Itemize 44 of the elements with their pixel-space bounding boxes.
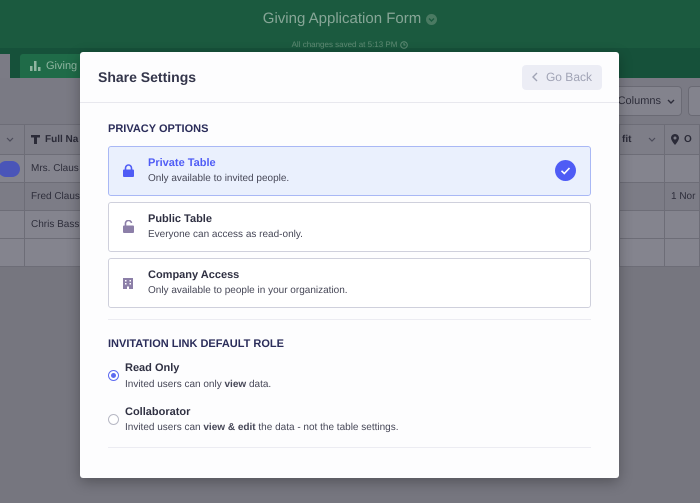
section-heading: PRIVACY OPTIONS	[108, 122, 210, 137]
header-cell[interactable]: fit	[620, 125, 665, 155]
column-label: O	[684, 133, 692, 147]
privacy-option[interactable]: Private Table Only available to invited people.	[108, 146, 591, 196]
column-label: Full Na	[45, 133, 78, 147]
role-description: Invited users can view & edit the data - not the table settings.	[125, 421, 398, 435]
lock-icon	[122, 164, 134, 177]
option-description: Only available to people in your organization.	[148, 284, 349, 298]
role-title: Collaborator	[125, 404, 192, 420]
clock-icon	[400, 41, 408, 49]
radio-button[interactable]	[108, 370, 119, 382]
table-cell	[620, 155, 665, 183]
caret-icon	[648, 137, 656, 142]
header-cell[interactable]: O	[665, 125, 700, 155]
bar-chart-icon	[30, 61, 41, 71]
radio-button[interactable]	[108, 414, 119, 425]
text-type-icon	[31, 135, 40, 144]
column-label: fit	[622, 133, 632, 147]
go-back-button[interactable]: Go Back	[522, 64, 602, 90]
save-status: All changes saved at 5:13 PM	[292, 39, 398, 51]
caret-icon	[6, 137, 14, 142]
row-badge	[0, 160, 20, 176]
toolbar-button[interactable]	[688, 86, 700, 116]
table-cell	[620, 183, 665, 211]
table-cell	[620, 211, 665, 239]
location-pin-icon	[671, 134, 679, 145]
check-circle-icon	[555, 160, 576, 181]
role-title: Read Only	[125, 361, 180, 376]
caret-icon	[667, 98, 675, 104]
table-cell: 1 Nor	[665, 183, 700, 211]
option-title: Company Access	[148, 268, 240, 283]
dialog-title: Share Settings	[98, 68, 196, 87]
app-title: Giving Application Form	[262, 9, 422, 29]
section-heading: INVITATION LINK DEFAULT ROLE	[108, 336, 285, 352]
unlocked-lock-icon	[122, 220, 134, 233]
role-description: Invited users can only view data.	[125, 378, 272, 392]
table-cell	[620, 239, 665, 267]
building-icon	[123, 276, 133, 288]
privacy-option[interactable]: Company Access Only available to people in your organization.	[108, 258, 591, 308]
privacy-option[interactable]: Public Table Everyone can access as read-only.	[108, 202, 591, 252]
option-title: Private Table	[148, 156, 217, 171]
option-title: Public Table	[148, 212, 213, 227]
tab[interactable]	[0, 54, 10, 78]
dropdown-icon[interactable]	[426, 14, 438, 25]
